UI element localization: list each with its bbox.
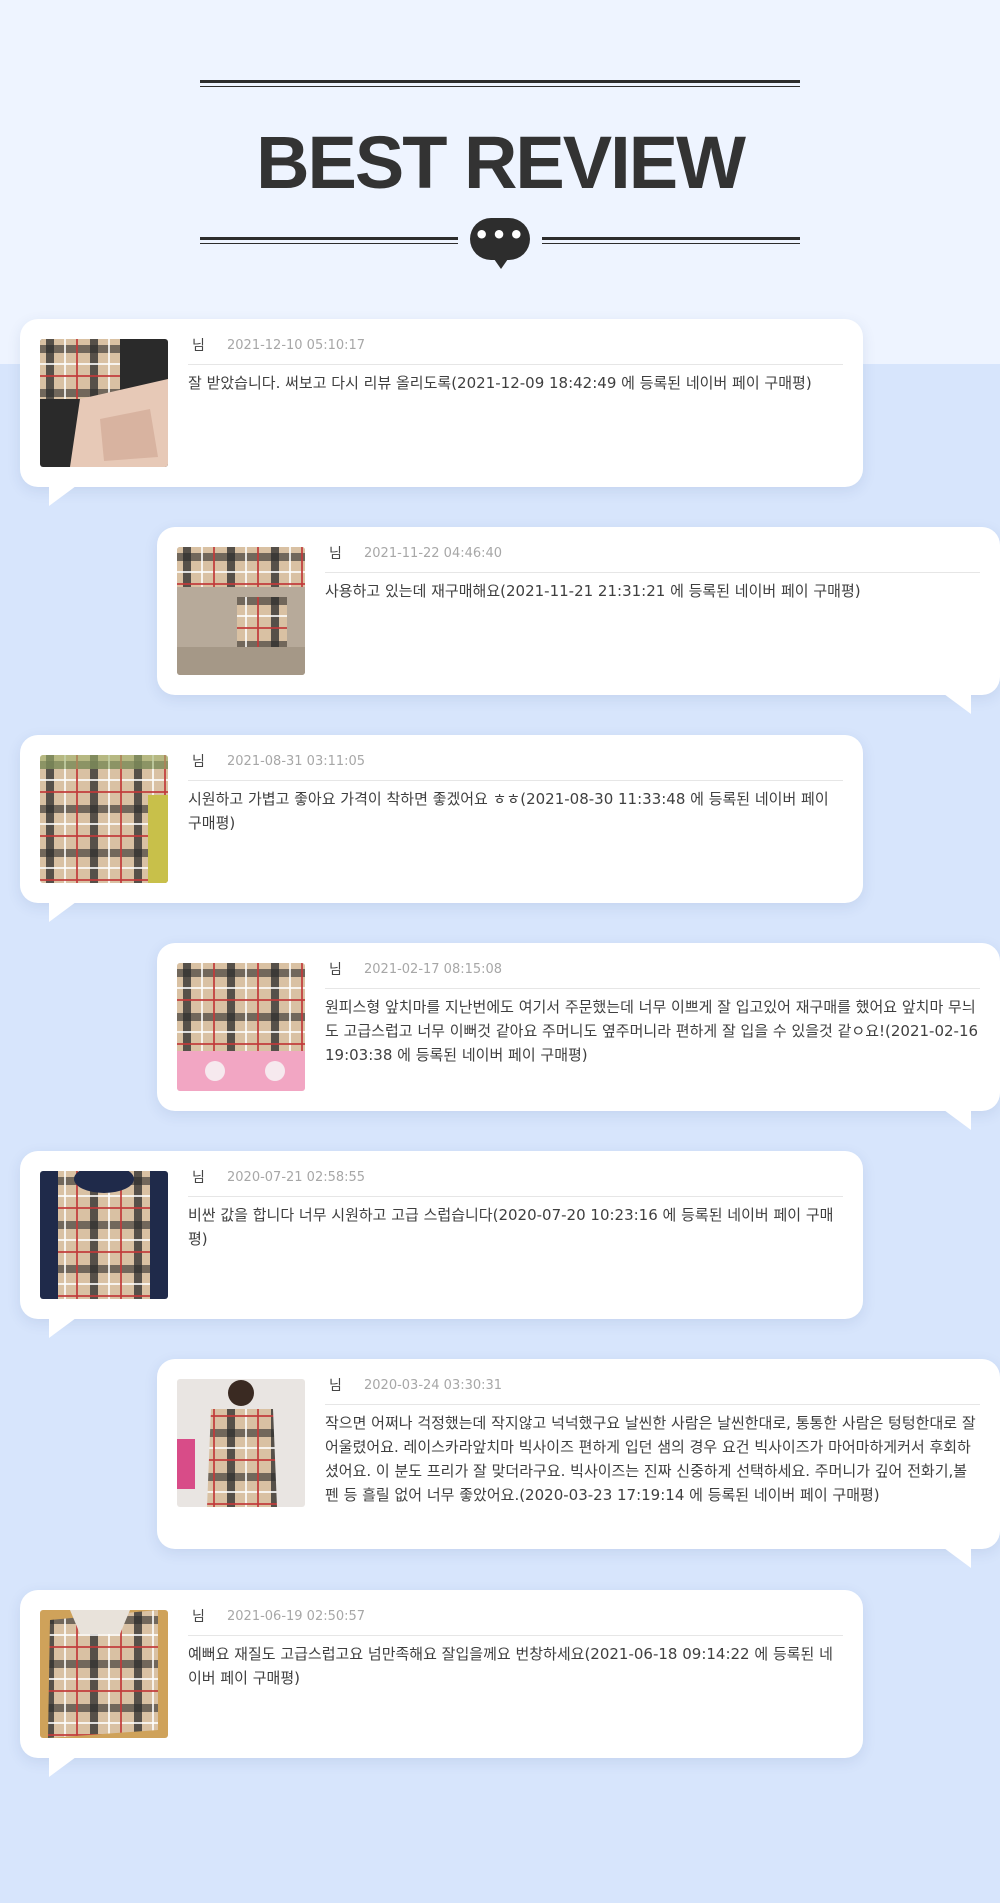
review-date: 2021-06-19 02:50:57 xyxy=(227,1609,366,1624)
review-card[interactable]: 님 2020-07-21 02:58:55 비싼 값을 합니다 너무 시원하고 … xyxy=(20,1151,863,1338)
review-card[interactable]: 님 2021-12-10 05:10:17 잘 받았습니다. 써보고 다시 리뷰… xyxy=(20,319,863,506)
review-meta: 님 2021-06-19 02:50:57 xyxy=(188,1606,843,1636)
review-meta: 님 2021-08-31 03:11:05 xyxy=(188,751,843,781)
review-card[interactable]: 님 2021-11-22 04:46:40 사용하고 있는데 재구매해요(202… xyxy=(157,527,1000,714)
review-date: 2021-12-10 05:10:17 xyxy=(227,338,366,353)
review-card[interactable]: 님 2021-06-19 02:50:57 예뻐요 재질도 고급스럽고요 넘만족… xyxy=(20,1590,863,1777)
review-photo[interactable] xyxy=(40,1610,168,1738)
review-text: 원피스형 앞치마를 지난번에도 여기서 주문했는데 너무 이쁘게 잘 입고있어 … xyxy=(325,998,979,1064)
review-photo[interactable] xyxy=(177,1379,305,1507)
review-meta: 님 2021-12-10 05:10:17 xyxy=(188,335,843,365)
review-photo[interactable] xyxy=(40,339,168,467)
review-date: 2021-08-31 03:11:05 xyxy=(227,754,366,769)
review-card[interactable]: 님 2021-02-17 08:15:08 원피스형 앞치마를 지난번에도 여기… xyxy=(157,943,1000,1130)
reviewer-name: 님 xyxy=(192,338,205,354)
review-text: 작으면 어쩌나 걱정했는데 작지않고 넉넉했구요 날씬한 사람은 날씬한대로, … xyxy=(325,1414,976,1504)
header-right-rule xyxy=(542,237,800,244)
header-left-rule xyxy=(200,237,458,244)
review-date: 2020-07-21 02:58:55 xyxy=(227,1170,366,1185)
review-text: 예뻐요 재질도 고급스럽고요 넘만족해요 잘입을께요 번창하세요(2021-06… xyxy=(188,1645,833,1687)
header-top-rule xyxy=(200,80,800,87)
bubble-tail xyxy=(944,1110,971,1130)
page-title: BEST REVIEW xyxy=(256,121,746,204)
reviewer-name: 님 xyxy=(329,1378,342,1394)
review-text: 사용하고 있는데 재구매해요(2021-11-21 21:31:21 에 등록된… xyxy=(325,582,861,600)
bubble-tail xyxy=(49,1757,76,1777)
best-review-header: BEST REVIEW ••• xyxy=(0,0,1000,300)
review-meta: 님 2021-02-17 08:15:08 xyxy=(325,959,980,989)
reviewer-name: 님 xyxy=(192,754,205,770)
bubble-tail xyxy=(944,1548,971,1568)
bubble-tail xyxy=(944,694,971,714)
bubble-tail xyxy=(49,902,76,922)
review-photo[interactable] xyxy=(177,547,305,675)
reviewer-name: 님 xyxy=(192,1170,205,1186)
review-meta: 님 2020-07-21 02:58:55 xyxy=(188,1167,843,1197)
reviewer-name: 님 xyxy=(329,546,342,562)
review-meta: 님 2021-11-22 04:46:40 xyxy=(325,543,980,573)
review-card[interactable]: 님 2020-03-24 03:30:31 작으면 어쩌나 걱정했는데 작지않고… xyxy=(157,1359,1000,1568)
review-photo[interactable] xyxy=(177,963,305,1091)
reviewer-name: 님 xyxy=(329,962,342,978)
review-photo[interactable] xyxy=(40,1171,168,1299)
review-card[interactable]: 님 2021-08-31 03:11:05 시원하고 가볍고 좋아요 가격이 착… xyxy=(20,735,863,922)
review-photo[interactable] xyxy=(40,755,168,883)
bubble-tail xyxy=(49,486,76,506)
review-text: 비싼 값을 합니다 너무 시원하고 고급 스럽습니다(2020-07-20 10… xyxy=(188,1206,834,1248)
review-date: 2021-02-17 08:15:08 xyxy=(364,962,503,977)
review-date: 2020-03-24 03:30:31 xyxy=(364,1378,503,1393)
review-text: 잘 받았습니다. 써보고 다시 리뷰 올리도록(2021-12-09 18:42… xyxy=(188,374,812,392)
bubble-tail xyxy=(49,1318,76,1338)
review-text: 시원하고 가볍고 좋아요 가격이 착하면 좋겠어요 ㅎㅎ(2021-08-30 … xyxy=(188,790,829,832)
review-meta: 님 2020-03-24 03:30:31 xyxy=(325,1375,980,1405)
speech-bubble-icon: ••• xyxy=(470,218,530,269)
review-date: 2021-11-22 04:46:40 xyxy=(364,546,503,561)
reviewer-name: 님 xyxy=(192,1609,205,1625)
